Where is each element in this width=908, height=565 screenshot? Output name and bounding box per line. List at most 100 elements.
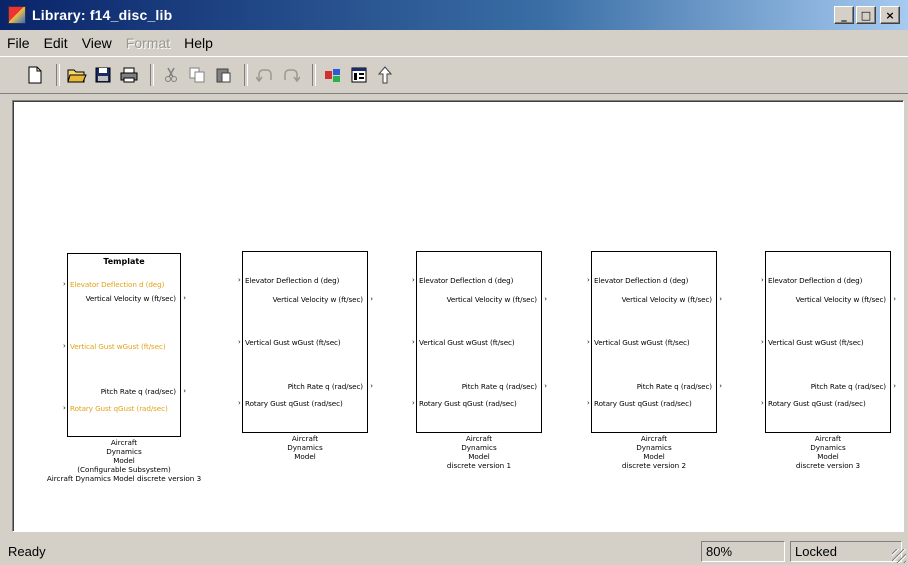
input-port-arrow-icon[interactable]: › xyxy=(238,399,241,407)
library-canvas[interactable]: Template Elevator Deflection d (deg) Ver… xyxy=(12,100,904,532)
template-block[interactable]: Template Elevator Deflection d (deg) Ver… xyxy=(63,253,186,437)
menu-view[interactable]: View xyxy=(75,35,119,51)
maximize-button[interactable]: □ xyxy=(856,6,876,24)
output-port-arrow-icon[interactable]: › xyxy=(370,382,373,390)
toolbar xyxy=(0,56,908,94)
block-caption: Aircraft Dynamics Model (Configurable Su… xyxy=(46,438,202,483)
input-port-arrow-icon[interactable]: › xyxy=(587,399,590,407)
new-button[interactable] xyxy=(24,64,46,86)
output-port-arrow-icon[interactable]: › xyxy=(719,295,722,303)
output-port-label: Pitch Rate q (rad/sec) xyxy=(461,382,537,391)
output-port-arrow-icon[interactable]: › xyxy=(183,387,186,395)
output-port-arrow-icon[interactable]: › xyxy=(893,295,896,303)
output-port-arrow-icon[interactable]: › xyxy=(893,382,896,390)
close-icon: × xyxy=(885,8,895,22)
paste-icon xyxy=(216,68,231,83)
save-icon xyxy=(95,67,111,83)
minimize-button[interactable]: _ xyxy=(834,6,854,24)
redo-button[interactable] xyxy=(280,64,302,86)
input-port-arrow-icon[interactable]: › xyxy=(238,338,241,346)
block-caption: Aircraft Dynamics Model xyxy=(287,434,323,461)
input-port-arrow-icon[interactable]: › xyxy=(761,276,764,284)
input-port-label: Vertical Gust wGust (ft/sec) xyxy=(768,338,864,347)
maximize-icon: □ xyxy=(860,8,872,22)
zoom-level: 80% xyxy=(701,541,785,562)
toolbar-separator xyxy=(312,64,316,86)
print-button[interactable] xyxy=(118,64,140,86)
window-title: Library: f14_disc_lib xyxy=(32,7,173,23)
aircraft-dynamics-model-discrete-2-block[interactable]: Elevator Deflection d (deg) Vertical Vel… xyxy=(587,251,722,433)
output-port-label: Pitch Rate q (rad/sec) xyxy=(100,387,176,396)
copy-button[interactable] xyxy=(186,64,208,86)
input-port-arrow-icon[interactable]: › xyxy=(761,338,764,346)
status-bar: Ready 80% Locked xyxy=(0,538,908,565)
output-port-label: Vertical Velocity w (ft/sec) xyxy=(621,295,713,304)
resize-grip-icon[interactable] xyxy=(892,549,906,563)
input-port-label: Vertical Gust wGust (ft/sec) xyxy=(245,338,341,347)
input-port-arrow-icon[interactable]: › xyxy=(63,280,66,288)
simulink-app-icon[interactable] xyxy=(8,6,26,24)
input-port-arrow-icon[interactable]: › xyxy=(63,404,66,412)
close-button[interactable]: × xyxy=(880,6,900,24)
aircraft-dynamics-model-block[interactable]: Elevator Deflection d (deg) Vertical Vel… xyxy=(238,251,373,433)
output-port-label: Pitch Rate q (rad/sec) xyxy=(810,382,886,391)
menu-edit[interactable]: Edit xyxy=(37,35,75,51)
output-port-label: Vertical Velocity w (ft/sec) xyxy=(795,295,887,304)
input-port-arrow-icon[interactable]: › xyxy=(412,338,415,346)
input-port-label: Rotary Gust qGust (rad/sec) xyxy=(419,399,517,408)
input-port-label: Rotary Gust qGust (rad/sec) xyxy=(594,399,692,408)
paste-button[interactable] xyxy=(212,64,234,86)
output-port-arrow-icon[interactable]: › xyxy=(544,382,547,390)
save-button[interactable] xyxy=(92,64,114,86)
title-bar: Library: f14_disc_lib _ □ × xyxy=(0,0,908,30)
input-port-label: Rotary Gust qGust (rad/sec) xyxy=(70,404,168,413)
input-port-label: Elevator Deflection d (deg) xyxy=(768,276,863,285)
input-port-arrow-icon[interactable]: › xyxy=(587,276,590,284)
output-port-arrow-icon[interactable]: › xyxy=(183,294,186,302)
cut-icon xyxy=(165,67,177,82)
aircraft-dynamics-model-discrete-1-block[interactable]: Elevator Deflection d (deg) Vertical Vel… xyxy=(412,251,547,433)
input-port-label: Elevator Deflection d (deg) xyxy=(594,276,689,285)
library-browser-button[interactable] xyxy=(322,64,344,86)
input-port-label: Rotary Gust qGust (rad/sec) xyxy=(245,399,343,408)
aircraft-dynamics-model-discrete-3-block[interactable]: Elevator Deflection d (deg) Vertical Vel… xyxy=(761,251,896,433)
copy-icon xyxy=(189,67,205,83)
library-browser-icon xyxy=(325,69,340,82)
input-port-label: Elevator Deflection d (deg) xyxy=(70,280,165,289)
model-explorer-button[interactable] xyxy=(348,64,370,86)
block-caption: Aircraft Dynamics Model discrete version… xyxy=(621,434,687,470)
redo-icon xyxy=(284,69,300,82)
output-port-label: Vertical Velocity w (ft/sec) xyxy=(85,294,177,303)
menu-format: Format xyxy=(125,35,171,51)
input-port-label: Vertical Gust wGust (ft/sec) xyxy=(419,338,515,347)
input-port-arrow-icon[interactable]: › xyxy=(63,342,66,350)
print-icon xyxy=(120,67,138,83)
output-port-arrow-icon[interactable]: › xyxy=(370,295,373,303)
minimize-icon: _ xyxy=(841,8,847,22)
undo-button[interactable] xyxy=(254,64,276,86)
go-to-parent-button[interactable] xyxy=(374,64,396,86)
input-port-label: Vertical Gust wGust (ft/sec) xyxy=(594,338,690,347)
output-port-arrow-icon[interactable]: › xyxy=(544,295,547,303)
input-port-label: Rotary Gust qGust (rad/sec) xyxy=(768,399,866,408)
input-port-arrow-icon[interactable]: › xyxy=(761,399,764,407)
input-port-arrow-icon[interactable]: › xyxy=(412,399,415,407)
block-title: Template xyxy=(103,257,145,266)
output-port-label: Vertical Velocity w (ft/sec) xyxy=(272,295,364,304)
open-button[interactable] xyxy=(66,64,88,86)
new-icon xyxy=(28,66,42,84)
input-port-arrow-icon[interactable]: › xyxy=(238,276,241,284)
input-port-arrow-icon[interactable]: › xyxy=(587,338,590,346)
output-port-arrow-icon[interactable]: › xyxy=(719,382,722,390)
status-message: Ready xyxy=(8,544,46,559)
block-caption: Aircraft Dynamics Model discrete version… xyxy=(795,434,861,470)
menu-file[interactable]: File xyxy=(0,35,37,51)
input-port-arrow-icon[interactable]: › xyxy=(412,276,415,284)
toolbar-separator xyxy=(150,64,154,86)
lock-status: Locked xyxy=(790,541,902,562)
menu-help[interactable]: Help xyxy=(177,35,220,51)
toolbar-separator xyxy=(56,64,60,86)
output-port-label: Pitch Rate q (rad/sec) xyxy=(287,382,363,391)
cut-button[interactable] xyxy=(160,64,182,86)
input-port-label: Vertical Gust wGust (ft/sec) xyxy=(70,342,166,351)
